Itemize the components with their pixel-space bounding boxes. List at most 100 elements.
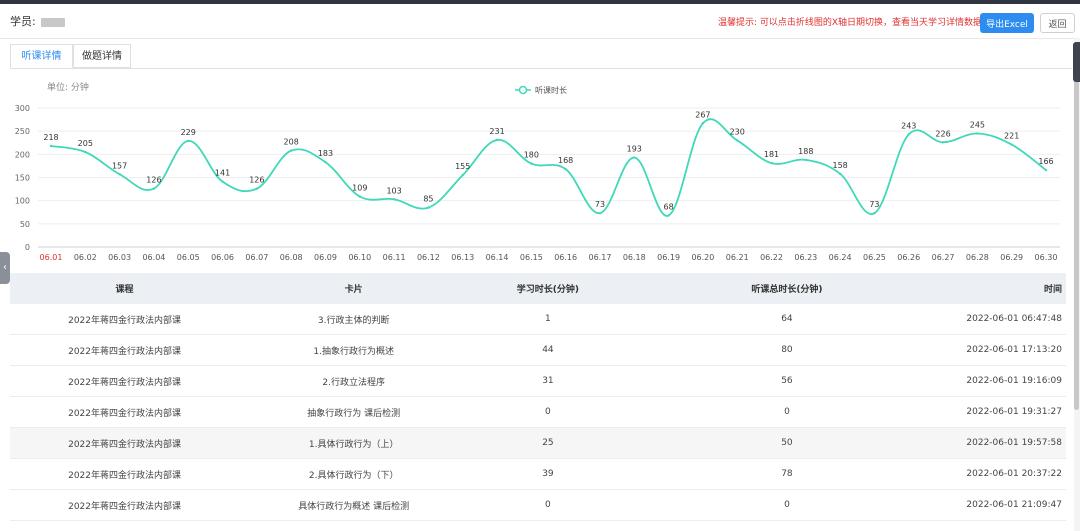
x-tick-label[interactable]: 06.25 <box>863 253 886 262</box>
data-point <box>770 161 773 165</box>
x-tick-label[interactable]: 06.02 <box>74 253 97 262</box>
export-excel-button[interactable]: 导出Excel <box>980 13 1034 33</box>
x-tick-label[interactable]: 06.18 <box>623 253 646 262</box>
page-scrollbar-thumb[interactable] <box>1074 80 1079 410</box>
data-label: 168 <box>558 156 573 165</box>
cell-study-duration: 25 <box>468 427 628 459</box>
x-tick-label[interactable]: 06.17 <box>589 253 612 262</box>
data-label: 208 <box>284 138 299 147</box>
study-duration-line-chart: 0 50 100 150 200 250 300 听课时长 218 06.01 205 06.02 15… <box>15 85 1060 262</box>
data-point <box>598 211 602 215</box>
table-row[interactable]: 2022年蒋四金行政法内部课 1.具体行政行为（上） 25 50 2022-06… <box>10 427 1066 459</box>
table-row[interactable]: 2022年蒋四金行政法内部课 抽象行政行为 课后检测 0 0 2022-06-0… <box>10 396 1066 428</box>
data-label: 243 <box>901 121 916 130</box>
cell-total-duration: 0 <box>627 489 947 521</box>
data-point <box>804 158 808 162</box>
page-header: 学员: 温馨提示: 可以点击折线图的X轴日期切换，查看当天学习详情数据 导出Ex… <box>0 4 1075 39</box>
data-label: 188 <box>798 147 813 156</box>
data-label: 157 <box>112 161 127 170</box>
student-label-text: 学员: <box>10 15 36 28</box>
column-header-time: 时间 <box>946 273 1066 304</box>
x-tick-label[interactable]: 06.22 <box>760 253 783 262</box>
x-tick-label[interactable]: 06.16 <box>554 253 577 262</box>
cell-time: 2022-06-01 19:31:27 <box>946 396 1066 428</box>
x-tick-label[interactable]: 06.06 <box>211 253 234 262</box>
data-label: 85 <box>423 195 433 204</box>
cell-course: 2022年蒋四金行政法内部课 <box>10 458 240 490</box>
x-tick-label[interactable]: 06.10 <box>348 253 371 262</box>
data-label: 218 <box>43 133 58 142</box>
cell-course: 2022年蒋四金行政法内部课 <box>10 304 240 335</box>
x-tick-label[interactable]: 06.24 <box>829 253 852 262</box>
x-tick-label[interactable]: 06.19 <box>657 253 680 262</box>
cell-total-duration: 80 <box>627 334 947 366</box>
data-label: 109 <box>352 183 367 192</box>
table-row[interactable]: 2022年蒋四金行政法内部课 3.行政主体的判断 1 64 2022-06-01… <box>10 304 1066 335</box>
data-point <box>49 144 53 148</box>
x-tick-label[interactable]: 06.13 <box>451 253 474 262</box>
cell-total-duration: 0 <box>627 396 947 428</box>
x-tick-label[interactable]: 06.09 <box>314 253 337 262</box>
x-tick-label[interactable]: 06.28 <box>966 253 989 262</box>
cell-study-duration: 44 <box>468 334 628 366</box>
x-tick-label[interactable]: 06.12 <box>417 253 440 262</box>
y-tick-label: 300 <box>15 104 30 113</box>
table-row[interactable]: 2022年蒋四金行政法内部课 具体行政行为概述 课后检测 0 0 2022-06… <box>10 489 1066 521</box>
x-tick-label[interactable]: 06.15 <box>520 253 543 262</box>
cell-course: 2022年蒋四金行政法内部课 <box>10 334 240 366</box>
table-row[interactable]: 2022年蒋四金行政法内部课 1.抽象行政行为概述 44 80 2022-06-… <box>10 334 1066 366</box>
legend-marker <box>518 85 528 95</box>
x-tick-label[interactable]: 06.14 <box>486 253 509 262</box>
data-label: 68 <box>663 202 673 211</box>
cell-study-duration: 0 <box>468 489 628 521</box>
x-tick-label[interactable]: 06.29 <box>1000 253 1023 262</box>
x-tick-label[interactable]: 06.27 <box>932 253 955 262</box>
cell-course: 2022年蒋四金行政法内部课 <box>10 489 240 521</box>
data-label: 180 <box>524 151 539 160</box>
data-label: 267 <box>695 110 710 119</box>
data-point <box>289 149 293 152</box>
data-label: 205 <box>78 139 93 148</box>
data-point <box>324 161 327 164</box>
x-tick-label[interactable]: 06.08 <box>280 253 303 262</box>
x-tick-label[interactable]: 06.03 <box>108 253 131 262</box>
x-tick-label[interactable]: 06.26 <box>897 253 920 262</box>
x-tick-label[interactable]: 06.11 <box>383 253 406 262</box>
cell-time: 2022-06-01 19:16:09 <box>946 365 1066 397</box>
x-tick-label[interactable]: 06.01 <box>40 253 63 262</box>
x-tick-label[interactable]: 06.30 <box>1035 253 1058 262</box>
x-tick-label[interactable]: 06.21 <box>726 253 749 262</box>
table-header-row: 课程 卡片 学习时长(分钟) 听课总时长(分钟) 时间 <box>10 273 1066 304</box>
x-tick-label[interactable]: 06.20 <box>691 253 714 262</box>
cell-total-duration: 78 <box>627 458 947 490</box>
legend-label: 听课时长 <box>535 85 567 95</box>
data-label: 103 <box>386 186 401 195</box>
series-line <box>50 118 1047 217</box>
x-tick-label[interactable]: 06.04 <box>142 253 165 262</box>
data-label: 181 <box>764 150 779 159</box>
data-point <box>427 206 430 209</box>
cell-study-duration: 31 <box>468 365 628 397</box>
data-point <box>838 172 842 175</box>
tab-lecture-details[interactable]: 听课详情 <box>10 44 73 68</box>
tab-exercise-details[interactable]: 做题详情 <box>73 44 131 68</box>
student-name-redacted <box>41 17 66 27</box>
cell-course: 2022年蒋四金行政法内部课 <box>10 396 240 428</box>
data-point <box>976 132 979 135</box>
data-label: 183 <box>318 149 333 158</box>
cell-total-duration: 64 <box>627 304 947 335</box>
table-row[interactable]: 2022年蒋四金行政法内部课 2.具体行政行为（下） 39 78 2022-06… <box>10 458 1066 490</box>
tabs-divider <box>10 68 1072 69</box>
right-side-handle[interactable] <box>1073 42 1080 82</box>
back-button[interactable]: 返回 <box>1040 13 1075 33</box>
column-header-study-duration: 学习时长(分钟) <box>468 273 628 304</box>
x-tick-label[interactable]: 06.23 <box>794 253 817 262</box>
data-label: 155 <box>455 162 470 171</box>
cell-time: 2022-06-01 21:09:47 <box>946 489 1066 521</box>
data-point <box>152 187 156 190</box>
table-row[interactable]: 2022年蒋四金行政法内部课 2.行政立法程序 31 56 2022-06-01… <box>10 365 1066 397</box>
y-tick-label: 0 <box>25 243 30 252</box>
study-detail-table: 课程 卡片 学习时长(分钟) 听课总时长(分钟) 时间 2022年蒋四金行政法内… <box>10 273 1066 521</box>
x-tick-label[interactable]: 06.07 <box>245 253 268 262</box>
x-tick-label[interactable]: 06.05 <box>177 253 200 262</box>
